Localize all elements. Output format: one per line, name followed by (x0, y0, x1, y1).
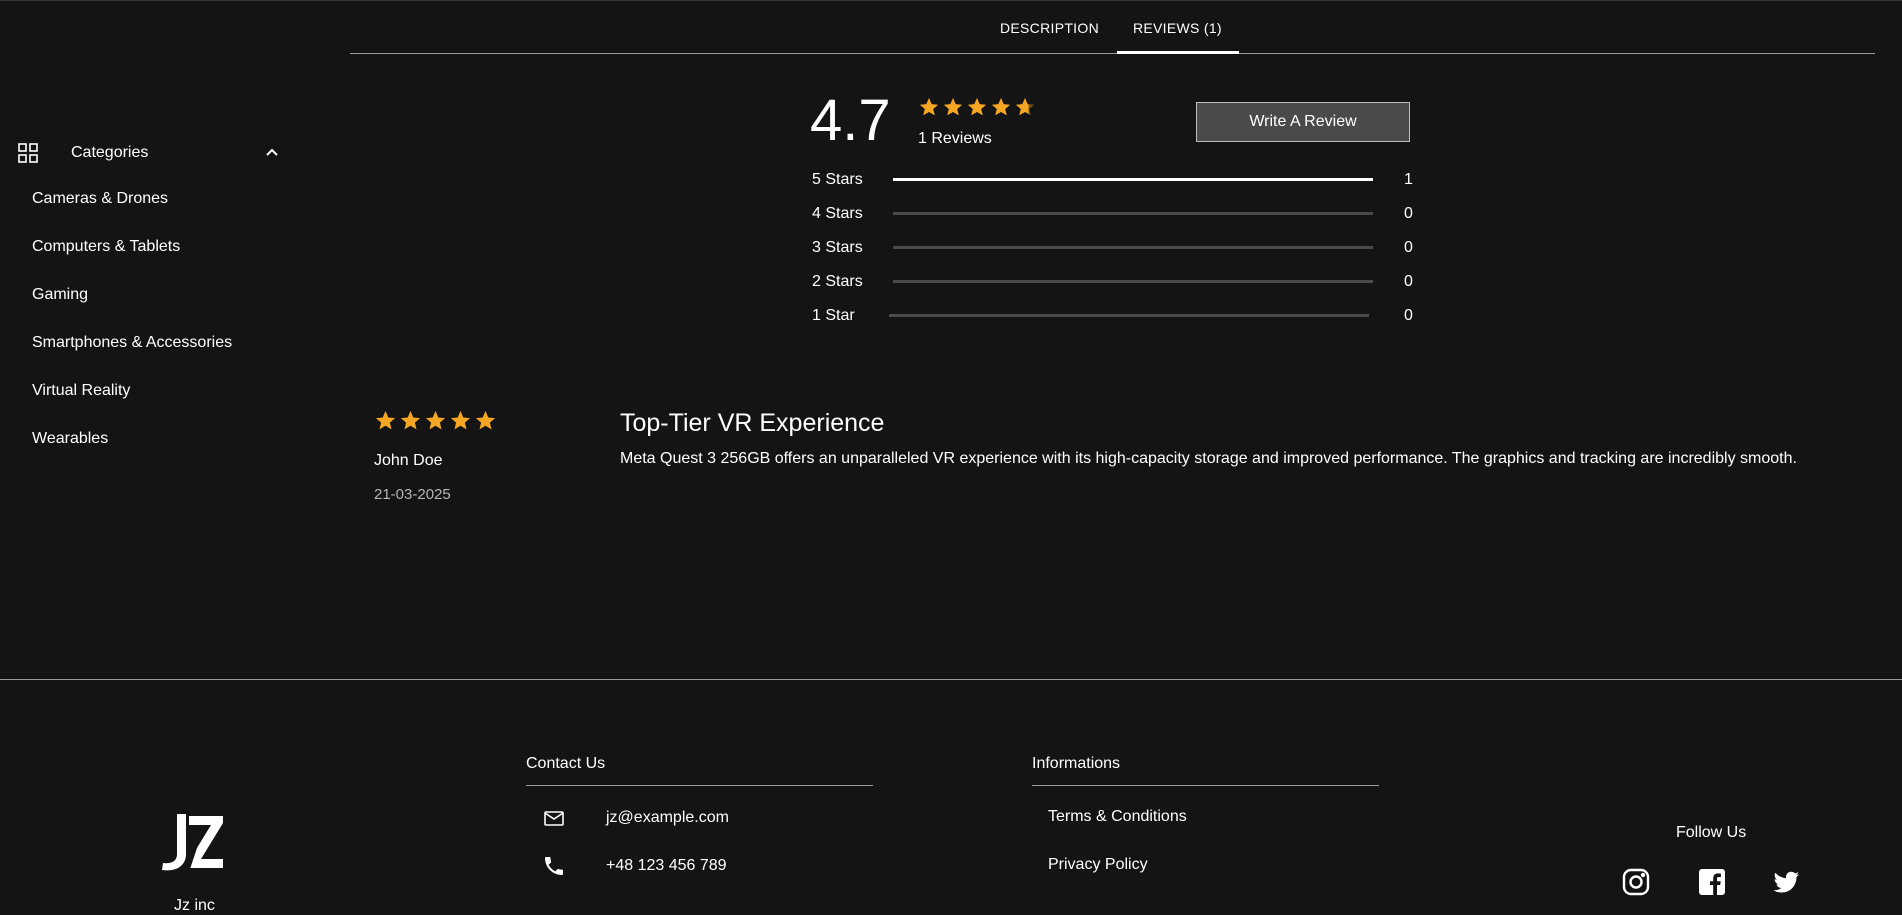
company-logo[interactable] (159, 812, 225, 874)
instagram-icon[interactable] (1621, 867, 1651, 897)
categories-label: Categories (71, 144, 149, 161)
tab-description[interactable]: DESCRIPTION (1000, 20, 1099, 36)
star-icon (475, 410, 496, 430)
contact-email-row[interactable]: jz@example.com (542, 806, 729, 830)
rating-row-label: 3 Stars (812, 239, 863, 256)
average-rating-stars (918, 96, 1036, 118)
rating-bar (893, 178, 1373, 181)
review-title: Top-Tier VR Experience (620, 409, 885, 437)
rating-bar-fill (893, 178, 1373, 181)
star-icon (943, 97, 963, 116)
top-divider (0, 0, 1902, 1)
tabs-underline (350, 53, 1875, 54)
rating-row-count: 0 (1404, 273, 1413, 290)
star-icon (1015, 97, 1035, 116)
contact-title: Contact Us (526, 755, 606, 772)
review-count: 1 Reviews (918, 130, 992, 147)
categories-toggle[interactable]: Categories (18, 140, 280, 166)
rating-row-count: 1 (1404, 171, 1413, 188)
star-icon (375, 410, 396, 430)
review-stars (374, 409, 497, 432)
star-icon (425, 410, 446, 430)
privacy-link[interactable]: Privacy Policy (1048, 856, 1148, 874)
informations-title: Informations (1032, 755, 1121, 772)
review-author: John Doe (374, 452, 443, 469)
active-tab-indicator (1117, 51, 1239, 54)
terms-link[interactable]: Terms & Conditions (1048, 808, 1187, 826)
rating-row-label: 1 Star (812, 307, 855, 324)
mail-icon (544, 811, 564, 826)
star-icon (991, 97, 1011, 116)
rating-row-label: 5 Stars (812, 171, 863, 188)
rating-bar (893, 212, 1373, 215)
rating-row-label: 4 Stars (812, 205, 863, 222)
rating-row-label: 2 Stars (812, 273, 863, 290)
sidebar-item-gaming[interactable]: Gaming (32, 286, 88, 304)
contact-email[interactable]: jz@example.com (606, 809, 729, 827)
star-icon (919, 97, 939, 116)
contact-divider (526, 785, 873, 786)
company-name: Jz inc (174, 897, 215, 914)
follow-us-title: Follow Us (1676, 824, 1747, 841)
sidebar-item-cameras-drones[interactable]: Cameras & Drones (32, 190, 168, 208)
write-review-button[interactable]: Write A Review (1196, 102, 1410, 142)
star-icon (967, 97, 987, 116)
contact-phone[interactable]: +48 123 456 789 (606, 857, 727, 875)
review-date: 21-03-2025 (374, 486, 451, 503)
chevron-up-icon[interactable] (265, 145, 279, 159)
rating-bar (889, 314, 1369, 317)
star-icon (450, 410, 471, 430)
facebook-icon[interactable] (1697, 867, 1727, 897)
informations-divider (1032, 785, 1379, 786)
contact-phone-row[interactable]: +48 123 456 789 (542, 854, 727, 878)
twitter-icon[interactable] (1771, 867, 1801, 897)
rating-row-count: 0 (1404, 307, 1413, 324)
sidebar-item-virtual-reality[interactable]: Virtual Reality (32, 382, 130, 400)
sidebar-item-wearables[interactable]: Wearables (32, 430, 108, 448)
rating-row-count: 0 (1404, 205, 1413, 222)
rating-row-count: 0 (1404, 239, 1413, 256)
footer-divider (0, 679, 1902, 680)
average-rating: 4.7 (810, 88, 891, 153)
grid-icon (18, 143, 38, 163)
review-body: Meta Quest 3 256GB offers an unparallele… (620, 450, 1797, 467)
sidebar-item-smartphones-accessories[interactable]: Smartphones & Accessories (32, 334, 232, 352)
rating-bar (893, 280, 1373, 283)
rating-bar (893, 246, 1373, 249)
phone-icon (545, 857, 563, 875)
tab-reviews[interactable]: REVIEWS (1) (1133, 20, 1222, 36)
sidebar-item-computers-tablets[interactable]: Computers & Tablets (32, 238, 180, 256)
star-icon (400, 410, 421, 430)
